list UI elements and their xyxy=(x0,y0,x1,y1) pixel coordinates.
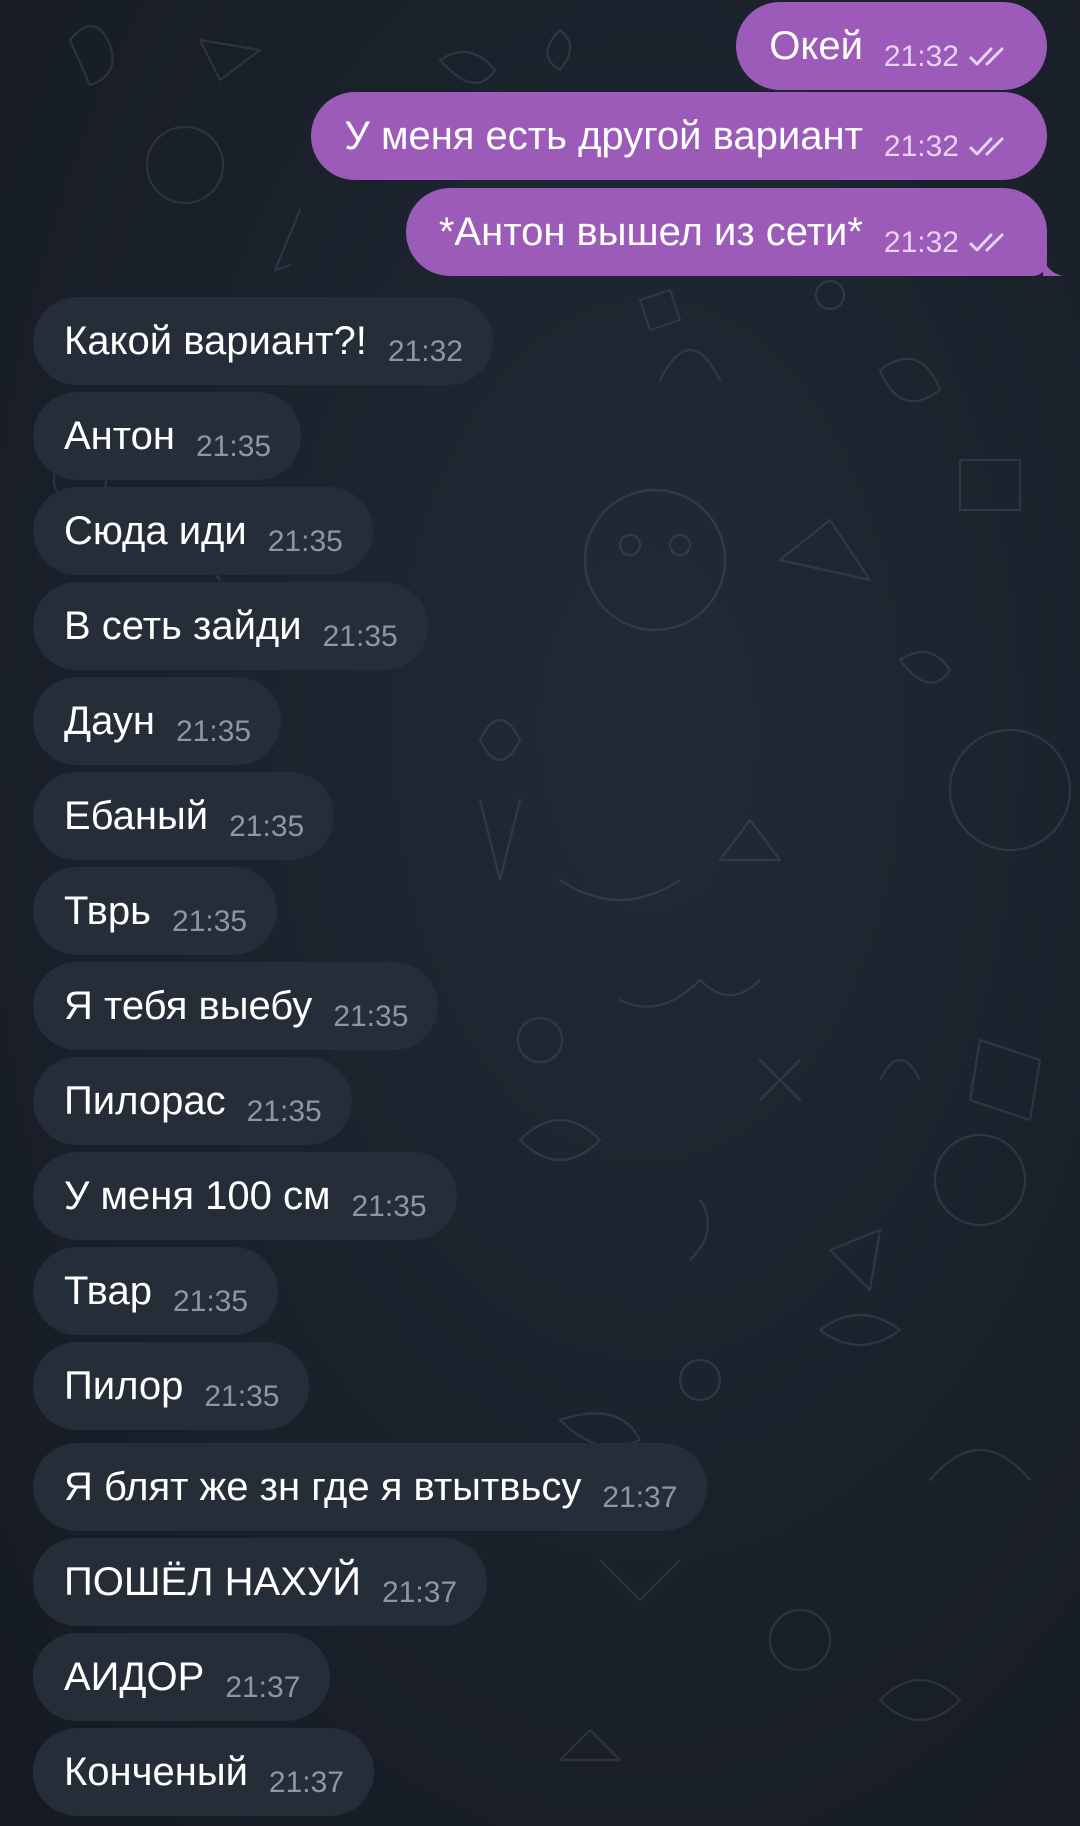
message-time: 21:35 xyxy=(246,1095,322,1128)
message-text: В сеть зайди xyxy=(64,604,302,648)
double-check-icon xyxy=(969,233,1004,252)
message-text: Окей xyxy=(769,24,863,68)
message-time: 21:32 xyxy=(387,335,463,368)
outgoing-message[interactable]: *Антон вышел из сети* 21:32 xyxy=(405,188,1063,276)
incoming-message[interactable]: ПОШЁЛ НАХУЙ 21:37 xyxy=(33,1538,488,1626)
message-time: 21:35 xyxy=(333,1000,409,1033)
message-time: 21:35 xyxy=(204,1380,280,1413)
message-time: 21:35 xyxy=(175,715,252,748)
message-text: Твар xyxy=(64,1269,152,1313)
message-text: Я тебя выебу xyxy=(64,984,313,1028)
incoming-message[interactable]: Твар 21:35 xyxy=(33,1247,279,1335)
message-text: Какой вариант?! xyxy=(64,319,367,363)
incoming-message[interactable]: Даун 21:35 xyxy=(33,677,282,765)
message-text: Тврь xyxy=(64,889,152,933)
message-time: 21:37 xyxy=(268,1766,344,1799)
message-text: Даун xyxy=(64,699,155,743)
outgoing-message[interactable]: У меня есть другой вариант 21:32 xyxy=(311,92,1047,180)
incoming-message[interactable]: АИДОР 21:37 xyxy=(33,1633,331,1721)
message-text: Конченый xyxy=(64,1750,248,1794)
chat-view[interactable]: Окей 21:32 У меня есть другой вариант 21… xyxy=(0,0,1080,1826)
message-text: У меня 100 см xyxy=(64,1174,331,1218)
message-text: Пилорас xyxy=(64,1079,226,1123)
message-time: 21:35 xyxy=(267,525,343,558)
message-time: 21:35 xyxy=(229,810,305,843)
message-time: 21:32 xyxy=(883,226,959,259)
double-check-icon xyxy=(969,47,1004,66)
message-text: У меня есть другой вариант xyxy=(344,114,863,158)
incoming-message[interactable]: Я блят же зн где я втытвьсу 21:37 xyxy=(33,1443,708,1531)
message-time: 21:35 xyxy=(172,905,248,938)
incoming-message[interactable]: Какой вариант?! 21:32 xyxy=(33,297,493,385)
message-time: 21:37 xyxy=(225,1671,301,1704)
message-time: 21:35 xyxy=(172,1285,249,1318)
message-time: 21:37 xyxy=(602,1481,678,1514)
message-time: 21:35 xyxy=(351,1190,427,1223)
outgoing-message[interactable]: Окей 21:32 xyxy=(736,2,1047,90)
message-time: 21:35 xyxy=(322,620,398,653)
message-text: АИДОР xyxy=(64,1655,205,1699)
message-time: 21:37 xyxy=(382,1576,458,1609)
message-text: Антон xyxy=(64,414,175,458)
message-text: Я блят же зн где я втытвьсу xyxy=(64,1465,582,1509)
bubble-tail xyxy=(1043,254,1063,276)
double-check-icon xyxy=(969,137,1004,156)
incoming-message[interactable]: Сюда иди 21:35 xyxy=(33,487,373,575)
message-text: ПОШЁЛ НАХУЙ xyxy=(64,1560,361,1604)
incoming-message[interactable]: Пилор 21:35 xyxy=(33,1342,310,1430)
message-time: 21:35 xyxy=(195,430,272,463)
incoming-message[interactable]: Ебаный 21:35 xyxy=(33,772,335,860)
incoming-message[interactable]: Пилорас 21:35 xyxy=(33,1057,352,1145)
message-time: 21:32 xyxy=(883,130,959,163)
incoming-message[interactable]: Конченый 21:37 xyxy=(33,1728,374,1816)
message-text: Пилор xyxy=(64,1364,184,1408)
incoming-message[interactable]: В сеть зайди 21:35 xyxy=(33,582,428,670)
incoming-message[interactable]: Я тебя выебу 21:35 xyxy=(33,962,439,1050)
message-text: Ебаный xyxy=(64,794,209,838)
message-time: 21:32 xyxy=(883,40,959,73)
message-text: Сюда иди xyxy=(64,509,247,553)
incoming-message[interactable]: У меня 100 см 21:35 xyxy=(33,1152,457,1240)
incoming-message[interactable]: Тврь 21:35 xyxy=(33,867,278,955)
message-text: *Антон вышел из сети* xyxy=(438,210,863,254)
incoming-message[interactable]: Антон 21:35 xyxy=(33,392,302,480)
